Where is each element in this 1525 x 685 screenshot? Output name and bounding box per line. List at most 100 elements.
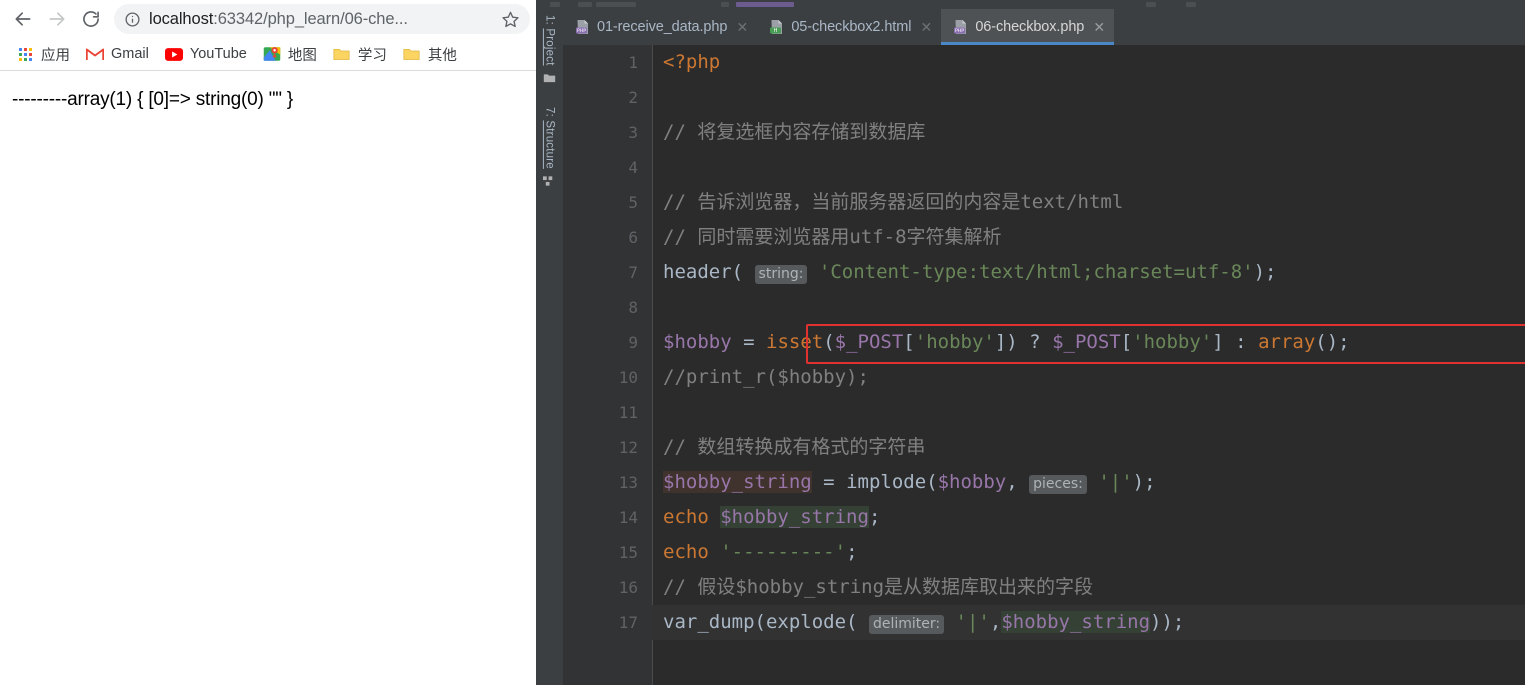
code-row[interactable]	[652, 290, 1525, 325]
line-number: 3	[628, 123, 638, 142]
line-number: 1	[628, 53, 638, 72]
editor-tab-label: 05-checkbox2.html	[791, 19, 912, 35]
gmail-icon	[86, 45, 104, 63]
code-row[interactable]: // 假设$hobby_string是从数据库取出来的字段	[652, 570, 1525, 605]
bookmark-folder-study[interactable]: 学习	[325, 41, 395, 67]
line-number: 5	[628, 193, 638, 212]
line-number: 10	[618, 368, 638, 387]
code-row[interactable]: $hobby = isset($_POST['hobby']) ? $_POST…	[652, 325, 1525, 360]
code-text: var_dump(explode( delimiter: '|',$hobby_…	[663, 611, 1185, 634]
editor-tab-label: 06-checkbox.php	[975, 19, 1085, 35]
line-number-row: 6	[563, 220, 652, 255]
inlay-hint-delimiter: delimiter:	[868, 615, 945, 634]
line-number-row: 9	[563, 325, 652, 360]
code-text: $hobby = isset($_POST['hobby']) ? $_POST…	[663, 331, 1350, 353]
url-path: :63342/php_learn/06-che...	[213, 9, 408, 28]
code-row-current[interactable]: var_dump(explode( delimiter: '|',$hobby_…	[652, 605, 1525, 640]
code-row[interactable]: // 数组转换成有格式的字符串	[652, 430, 1525, 465]
html-file-icon: H	[769, 19, 785, 35]
line-number-row: 11	[563, 395, 652, 430]
line-number-row: 12	[563, 430, 652, 465]
rail-item-structure[interactable]: 7: Structure	[536, 105, 563, 192]
back-button[interactable]	[6, 2, 40, 36]
bookmark-label: 地图	[287, 47, 317, 64]
code-row[interactable]: echo $hobby_string;	[652, 500, 1525, 535]
bookmark-youtube[interactable]: YouTube	[157, 41, 255, 67]
code-text: // 假设$hobby_string是从数据库取出来的字段	[663, 576, 1094, 598]
line-number-row: 14	[563, 500, 652, 535]
bookmark-apps[interactable]: 应用	[8, 41, 78, 67]
line-number: 13	[618, 473, 638, 492]
google-maps-icon	[263, 45, 281, 63]
bookmark-label: 应用	[41, 47, 70, 64]
code-row[interactable]	[652, 395, 1525, 430]
code-row[interactable]	[652, 80, 1525, 115]
code-row[interactable]: $hobby_string = implode($hobby, pieces: …	[652, 465, 1525, 500]
line-number-column: 1 2 3 4 5 6 7 8 9 10 11 12 13 14 15 16 17	[563, 45, 652, 640]
editor-tab-06-checkbox[interactable]: PHP 06-checkbox.php ✕	[941, 9, 1115, 45]
line-number-row: 7	[563, 255, 652, 290]
code-editor[interactable]: 1 2 3 4 5 6 7 8 9 10 11 12 13 14 15 16 17 <?php // 将复选框内…	[563, 45, 1525, 685]
forward-button[interactable]	[40, 2, 74, 36]
line-number: 17	[618, 613, 638, 632]
code-row[interactable]: // 告诉浏览器，当前服务器返回的内容是text/html	[652, 185, 1525, 220]
bookmark-gmail[interactable]: Gmail	[78, 41, 157, 67]
line-number: 12	[618, 438, 638, 457]
line-number-row: 2	[563, 80, 652, 115]
code-rows: <?php // 将复选框内容存储到数据库 // 告诉浏览器，当前服务器返回的内…	[652, 45, 1525, 640]
code-text: //print_r($hobby);	[663, 366, 869, 388]
line-number-row: 16	[563, 570, 652, 605]
editor-tab-05-checkbox2[interactable]: H 05-checkbox2.html ✕	[757, 9, 941, 45]
svg-text:H: H	[774, 28, 778, 34]
editor-tab-01-receive-data[interactable]: PHP 01-receive_data.php ✕	[563, 9, 757, 45]
browser-window: localhost:63342/php_learn/06-che... 应用 G…	[0, 0, 536, 685]
star-icon[interactable]	[495, 10, 524, 29]
code-row[interactable]: //print_r($hobby);	[652, 360, 1525, 395]
folder-icon	[543, 71, 556, 89]
close-icon[interactable]: ✕	[736, 20, 748, 34]
page-content: ---------array(1) { [0]=> string(0) "" }	[0, 71, 536, 685]
code-text: echo $hobby_string;	[663, 506, 881, 528]
line-number: 16	[618, 578, 638, 597]
forward-arrow-icon	[49, 12, 65, 26]
screen: localhost:63342/php_learn/06-che... 应用 G…	[0, 0, 1525, 685]
rail-item-project[interactable]: 1: Project	[536, 13, 563, 89]
close-icon[interactable]: ✕	[1093, 20, 1105, 34]
close-icon[interactable]: ✕	[920, 20, 932, 34]
code-row[interactable]: echo '---------';	[652, 535, 1525, 570]
address-bar[interactable]: localhost:63342/php_learn/06-che...	[114, 4, 530, 34]
bookmark-folder-other[interactable]: 其他	[395, 41, 465, 67]
reload-button[interactable]	[74, 2, 108, 36]
code-row[interactable]: header( string: 'Content-type:text/html;…	[652, 255, 1525, 290]
bookmark-label: YouTube	[189, 46, 247, 62]
php-file-icon: PHP	[575, 19, 591, 35]
apps-grid-icon	[16, 45, 34, 63]
code-text: $hobby_string = implode($hobby, pieces: …	[663, 471, 1156, 494]
line-number-row: 8	[563, 290, 652, 325]
line-number: 7	[628, 263, 638, 282]
code-row[interactable]: // 同时需要浏览器用utf-8字符集解析	[652, 220, 1525, 255]
bookmark-label: 其他	[427, 47, 457, 64]
php-file-icon: PHP	[953, 19, 969, 35]
browser-toolbar: localhost:63342/php_learn/06-che...	[0, 0, 536, 38]
bookmarks-bar: 应用 Gmail YouTube 地图 学习 其他	[0, 38, 536, 71]
code-text: echo '---------';	[663, 541, 858, 563]
inlay-hint-string: string:	[754, 265, 808, 284]
line-number: 9	[628, 333, 638, 352]
phpstorm-window: 1: Project 7: Structure PHP 01-receive_d…	[536, 0, 1525, 685]
rail-label-project: 1: Project	[543, 15, 556, 66]
code-row[interactable]	[652, 150, 1525, 185]
bookmark-label: 学习	[357, 47, 387, 64]
code-row[interactable]: <?php	[652, 45, 1525, 80]
info-circle-icon[interactable]	[124, 11, 141, 28]
line-number-row: 17	[563, 605, 652, 640]
code-text: // 数组转换成有格式的字符串	[663, 436, 926, 458]
line-number: 8	[628, 298, 638, 317]
code-text: header( string: 'Content-type:text/html;…	[663, 261, 1277, 284]
bookmark-maps[interactable]: 地图	[255, 41, 325, 67]
url-host: localhost	[149, 9, 214, 28]
reload-icon	[83, 11, 99, 27]
line-number-row: 13	[563, 465, 652, 500]
code-row[interactable]: // 将复选框内容存储到数据库	[652, 115, 1525, 150]
